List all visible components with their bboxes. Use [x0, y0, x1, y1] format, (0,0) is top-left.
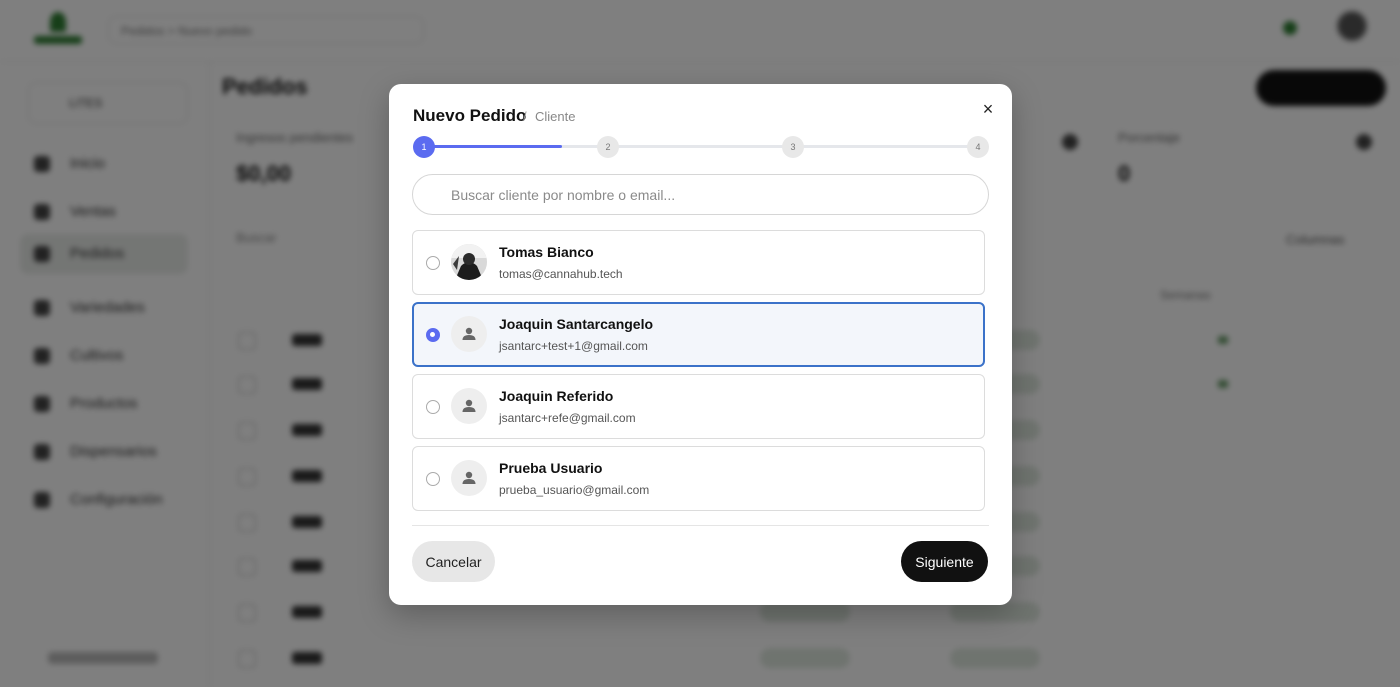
- radio-button-selected[interactable]: [426, 328, 440, 342]
- client-name: Prueba Usuario: [499, 460, 603, 476]
- modal-subtitle: Cliente: [535, 109, 576, 124]
- client-email: jsantarc+test+1@gmail.com: [499, 339, 648, 353]
- client-option-prueba-usuario[interactable]: Prueba Usuario prueba_usuario@gmail.com: [412, 446, 985, 511]
- client-name: Tomas Bianco: [499, 244, 594, 260]
- client-option-joaquin-santarcangelo[interactable]: Joaquin Santarcangelo jsantarc+test+1@gm…: [412, 302, 985, 367]
- user-icon: [451, 460, 487, 496]
- user-icon: [451, 388, 487, 424]
- client-name: Joaquin Santarcangelo: [499, 316, 654, 332]
- close-icon[interactable]: ×: [977, 98, 999, 120]
- radio-button[interactable]: [426, 400, 440, 414]
- modal-title: Nuevo Pedido: [413, 106, 527, 125]
- user-icon: [451, 316, 487, 352]
- client-option-joaquin-referido[interactable]: Joaquin Referido jsantarc+refe@gmail.com: [412, 374, 985, 439]
- cancel-button[interactable]: Cancelar: [412, 541, 495, 582]
- step-2: 2: [597, 136, 619, 158]
- new-order-modal: Nuevo Pedido / Cliente × 1 2 3 4 Tomas B…: [389, 84, 1012, 605]
- step-4: 4: [967, 136, 989, 158]
- client-search-input[interactable]: [412, 174, 989, 215]
- client-email: jsantarc+refe@gmail.com: [499, 411, 636, 425]
- radio-button[interactable]: [426, 256, 440, 270]
- client-email: prueba_usuario@gmail.com: [499, 483, 650, 497]
- step-3: 3: [782, 136, 804, 158]
- client-list: Tomas Bianco tomas@cannahub.tech Joaquin…: [412, 230, 985, 516]
- client-option-tomas-bianco[interactable]: Tomas Bianco tomas@cannahub.tech: [412, 230, 985, 295]
- radio-button[interactable]: [426, 472, 440, 486]
- client-email: tomas@cannahub.tech: [499, 267, 623, 281]
- client-photo: [451, 244, 487, 280]
- stepper: 1 2 3 4: [413, 136, 989, 158]
- step-1: 1: [413, 136, 435, 158]
- stepper-progress: [423, 145, 562, 148]
- breadcrumb-separator: /: [523, 109, 527, 124]
- client-name: Joaquin Referido: [499, 388, 614, 404]
- footer-divider: [412, 525, 989, 526]
- next-button[interactable]: Siguiente: [901, 541, 988, 582]
